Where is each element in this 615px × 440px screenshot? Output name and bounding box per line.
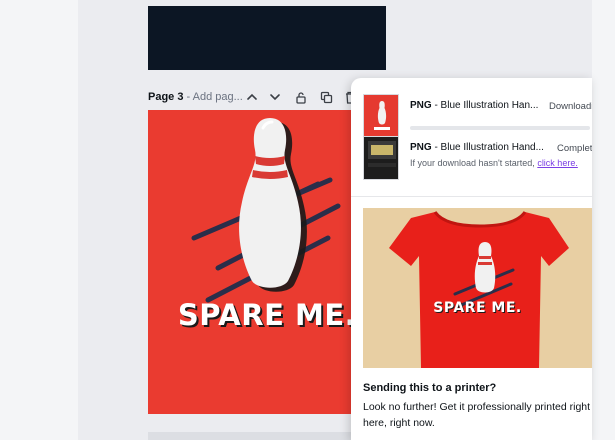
shirt-spare-me-text: SPARE ME. <box>433 300 522 316</box>
download-thumbnail <box>363 94 399 138</box>
download-hint: If your download hasn't started, click h… <box>410 158 578 168</box>
divider <box>351 196 592 197</box>
download-filename: PNG - Blue Illustration Hand... <box>410 142 544 153</box>
download-filename: PNG - Blue Illustration Han... <box>410 100 539 111</box>
page-header: Page 3 - Add pag... <box>148 86 368 108</box>
click-here-link[interactable]: click here. <box>537 158 578 168</box>
right-panel-edge <box>592 0 615 440</box>
tshirt-graphic <box>389 211 569 368</box>
page-label[interactable]: Page 3 - Add pag... <box>148 91 243 103</box>
download-thumbnail <box>363 136 399 180</box>
download-progress-bar <box>410 126 590 130</box>
download-panel: PNG - Blue Illustration Han... Downloadi… <box>351 78 592 440</box>
tshirt-mockup-image[interactable]: SPARE ME. <box>363 208 592 368</box>
duplicate-icon[interactable] <box>317 86 335 108</box>
promo-body: Look no further! Get it professionally p… <box>363 401 591 429</box>
chevron-up-icon[interactable] <box>243 86 261 108</box>
promo-title: Sending this to a printer? <box>363 382 497 394</box>
left-panel-edge <box>0 0 78 440</box>
download-status: Downloading <box>549 101 592 112</box>
page-number: Page 3 <box>148 91 184 103</box>
lock-icon[interactable] <box>292 86 310 108</box>
previous-page-artboard[interactable] <box>148 6 386 70</box>
download-status: Complete <box>557 143 592 154</box>
download-item[interactable]: PNG - Blue Illustration Hand... Complete… <box>351 134 592 190</box>
chevron-down-icon[interactable] <box>266 86 284 108</box>
page-title-input[interactable]: Add pag... <box>193 91 243 103</box>
